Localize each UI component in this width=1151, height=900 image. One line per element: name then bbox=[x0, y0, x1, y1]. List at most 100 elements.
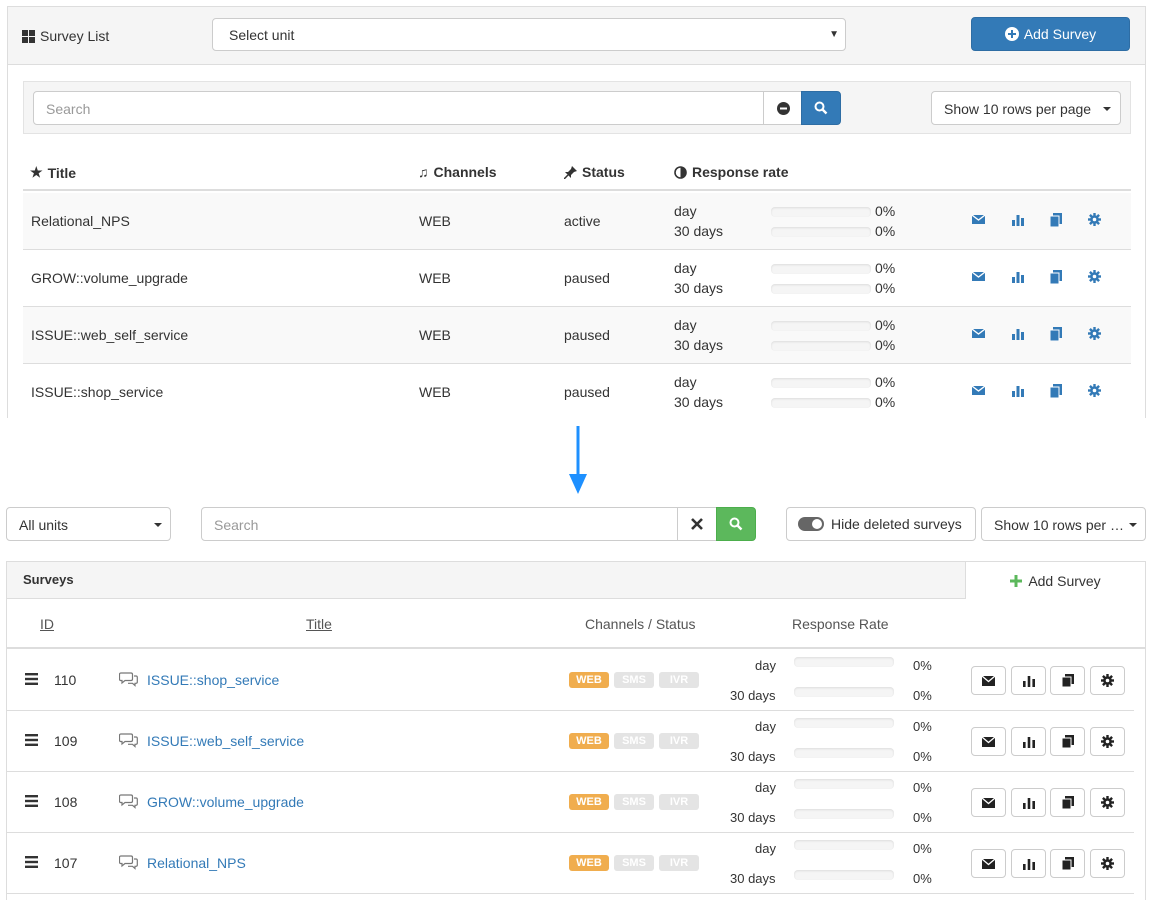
response-30days-label: 30 days bbox=[730, 871, 776, 886]
comments-icon bbox=[119, 733, 138, 748]
survey-id: 107 bbox=[54, 855, 78, 871]
old-col-channels-label: Channels bbox=[433, 164, 497, 180]
response-day-label: day bbox=[674, 260, 697, 276]
survey-settings-button[interactable] bbox=[1090, 727, 1125, 756]
response-30days-pct: 0% bbox=[913, 871, 932, 886]
view-stats-button[interactable] bbox=[1011, 727, 1046, 756]
response-30days-label: 30 days bbox=[674, 223, 724, 239]
old-clear-search-button[interactable] bbox=[763, 91, 803, 125]
copy-icon[interactable] bbox=[1050, 384, 1064, 398]
response-day-bar bbox=[794, 657, 894, 667]
plus-icon bbox=[1010, 574, 1023, 587]
send-email-button[interactable] bbox=[971, 849, 1006, 878]
old-rows-per-page-select[interactable]: Show 10 rows per page bbox=[931, 91, 1121, 125]
survey-channel: WEB bbox=[419, 213, 451, 229]
old-unit-select[interactable]: Select unit ▼ bbox=[212, 18, 846, 51]
response-day-bar bbox=[794, 779, 894, 789]
old-col-response[interactable]: Response rate bbox=[674, 164, 788, 180]
survey-channel: WEB bbox=[419, 327, 451, 343]
old-add-survey-button[interactable]: Add Survey bbox=[971, 17, 1130, 51]
new-units-select[interactable]: All units bbox=[6, 507, 171, 541]
channel-web-badge: WEB bbox=[569, 794, 609, 810]
arrow-down-icon bbox=[568, 426, 588, 496]
star-icon: ★ bbox=[30, 164, 43, 180]
new-search-input[interactable]: Search bbox=[201, 507, 679, 541]
survey-title-link[interactable]: Relational_NPS bbox=[147, 855, 246, 871]
survey-settings-button[interactable] bbox=[1090, 666, 1125, 695]
bar-chart-icon bbox=[1022, 736, 1035, 748]
send-email-button[interactable] bbox=[971, 788, 1006, 817]
old-col-title[interactable]: ★ Title bbox=[30, 164, 76, 181]
new-col-id[interactable]: ID bbox=[40, 616, 54, 632]
response-day-pct: 0% bbox=[875, 317, 896, 333]
copy-icon[interactable] bbox=[1050, 270, 1064, 284]
channel-ivr-badge: IVR bbox=[659, 672, 699, 688]
view-stats-button[interactable] bbox=[1011, 666, 1046, 695]
drag-handle-icon[interactable] bbox=[25, 795, 38, 807]
copy-survey-button[interactable] bbox=[1050, 727, 1085, 756]
new-col-response: Response Rate bbox=[792, 616, 889, 632]
table-row: ISSUE::web_self_service WEB paused day 3… bbox=[23, 307, 1131, 364]
bar-chart-icon[interactable] bbox=[1012, 328, 1026, 342]
copy-icon[interactable] bbox=[1050, 213, 1064, 227]
drag-handle-icon[interactable] bbox=[25, 734, 38, 746]
response-day-label: day bbox=[755, 719, 776, 734]
gear-icon[interactable] bbox=[1088, 270, 1102, 284]
drag-handle-icon[interactable] bbox=[25, 673, 38, 685]
copy-survey-button[interactable] bbox=[1050, 666, 1085, 695]
response-30days-pct: 0% bbox=[875, 337, 896, 353]
bar-chart-icon bbox=[1022, 675, 1035, 687]
old-col-status[interactable]: Status bbox=[564, 164, 625, 180]
drag-handle-icon[interactable] bbox=[25, 856, 38, 868]
gear-icon[interactable] bbox=[1088, 384, 1102, 398]
old-search-input[interactable]: Search bbox=[33, 91, 764, 125]
send-email-button[interactable] bbox=[971, 666, 1006, 695]
table-row: ISSUE::shop_service WEB paused day 30 da… bbox=[23, 364, 1131, 418]
music-icon: ♫ bbox=[418, 164, 429, 180]
grid-icon bbox=[22, 29, 35, 43]
new-clear-search-button[interactable] bbox=[677, 507, 717, 541]
survey-title-link[interactable]: ISSUE::shop_service bbox=[147, 672, 279, 688]
envelope-icon[interactable] bbox=[972, 214, 986, 228]
old-col-channels[interactable]: ♫ Channels bbox=[418, 164, 497, 180]
envelope-icon bbox=[982, 858, 995, 869]
old-search-placeholder: Search bbox=[46, 101, 91, 117]
caret-down-icon bbox=[1103, 107, 1111, 111]
envelope-icon[interactable] bbox=[972, 385, 986, 399]
survey-channel: WEB bbox=[419, 384, 451, 400]
new-col-title[interactable]: Title bbox=[306, 616, 332, 632]
response-30days-bar bbox=[794, 809, 894, 819]
envelope-icon[interactable] bbox=[972, 271, 986, 285]
survey-settings-button[interactable] bbox=[1090, 849, 1125, 878]
new-add-survey-button[interactable]: Add Survey bbox=[965, 562, 1145, 599]
response-30days-pct: 0% bbox=[913, 749, 932, 764]
old-filter-bar: Search Show 10 rows per page bbox=[23, 81, 1131, 134]
survey-title-link[interactable]: GROW::volume_upgrade bbox=[147, 794, 304, 810]
channel-sms-badge: SMS bbox=[614, 733, 654, 749]
bar-chart-icon[interactable] bbox=[1012, 214, 1026, 228]
send-email-button[interactable] bbox=[971, 727, 1006, 756]
copy-survey-button[interactable] bbox=[1050, 849, 1085, 878]
survey-status: paused bbox=[564, 270, 610, 286]
new-rows-per-page-select[interactable]: Show 10 rows per … bbox=[981, 507, 1146, 541]
new-search-button[interactable] bbox=[716, 507, 756, 541]
copy-icon[interactable] bbox=[1050, 327, 1064, 341]
toggle-switch-icon bbox=[798, 517, 824, 531]
bar-chart-icon[interactable] bbox=[1012, 385, 1026, 399]
gear-icon[interactable] bbox=[1088, 213, 1102, 227]
envelope-icon[interactable] bbox=[972, 328, 986, 342]
bar-chart-icon[interactable] bbox=[1012, 271, 1026, 285]
survey-id: 110 bbox=[54, 672, 77, 688]
old-search-button[interactable] bbox=[801, 91, 841, 125]
gear-icon[interactable] bbox=[1088, 327, 1102, 341]
table-row: 109 ISSUE::web_self_service WEB SMS IVR … bbox=[7, 711, 1134, 772]
view-stats-button[interactable] bbox=[1011, 788, 1046, 817]
channel-web-badge: WEB bbox=[569, 855, 609, 871]
survey-title-link[interactable]: ISSUE::web_self_service bbox=[147, 733, 304, 749]
survey-settings-button[interactable] bbox=[1090, 788, 1125, 817]
new-table-header: ID Title Channels / Status Response Rate bbox=[7, 599, 1145, 649]
response-day-label: day bbox=[674, 374, 697, 390]
copy-survey-button[interactable] bbox=[1050, 788, 1085, 817]
view-stats-button[interactable] bbox=[1011, 849, 1046, 878]
hide-deleted-toggle[interactable]: Hide deleted surveys bbox=[786, 507, 976, 541]
